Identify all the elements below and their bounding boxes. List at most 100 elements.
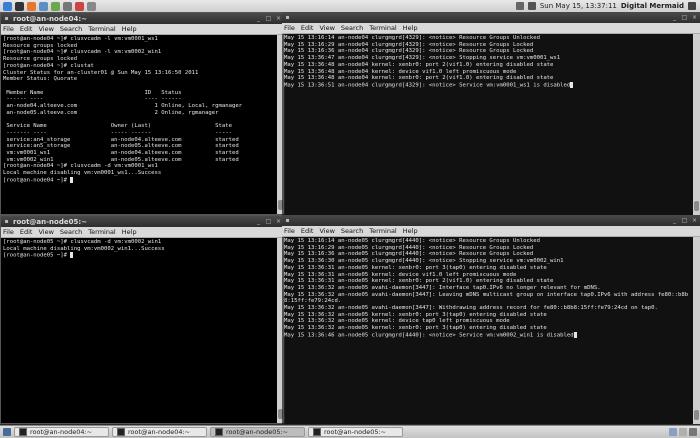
user-menu[interactable]: Digital Mermaid [621, 2, 684, 10]
window-menu-icon[interactable]: ▪ [3, 15, 10, 22]
taskbar-button[interactable]: root@an-node04:~ [14, 427, 109, 437]
show-desktop-icon[interactable] [3, 428, 11, 436]
maximize-icon[interactable]: □ [265, 15, 272, 22]
menu-terminal[interactable]: Terminal [369, 227, 396, 235]
terminal-line: May 15 13:36:51 an-node04 clurgmgrd[4329… [284, 81, 691, 89]
trash-icon[interactable] [689, 428, 697, 436]
minimize-icon[interactable]: _ [255, 218, 262, 225]
terminal-window-node05-shell[interactable]: ▪ root@an-node05:~ _ □ × File Edit View Sea… [0, 215, 285, 424]
scrollbar-thumb[interactable] [694, 201, 699, 211]
menu-edit[interactable]: Edit [301, 227, 314, 235]
scrollbar[interactable] [693, 34, 700, 215]
maximize-icon[interactable]: □ [681, 14, 688, 21]
menu-search[interactable]: Search [341, 24, 363, 32]
workspace-switcher[interactable] [669, 428, 700, 436]
scrollbar[interactable] [693, 237, 700, 424]
window-titlebar[interactable]: ▪ _ □ × [282, 12, 700, 23]
text-cursor [70, 176, 74, 183]
minimize-icon[interactable]: _ [671, 217, 678, 224]
terminal-icon [313, 428, 321, 436]
menu-help[interactable]: Help [122, 228, 137, 236]
terminal-line: [root@an-node05 ~]# [3, 252, 275, 259]
music-icon[interactable] [75, 1, 84, 11]
menu-view[interactable]: View [319, 24, 334, 32]
terminal-line: May 15 13:36:32 an-node05 avahi-daemon[3… [284, 284, 601, 291]
terminal-line: May 15 13:36:30 an-node05 clurgmgrd[4440… [284, 258, 564, 265]
menu-help[interactable]: Help [403, 24, 418, 32]
window-menu-icon[interactable]: ▪ [3, 218, 10, 225]
close-icon[interactable]: × [275, 218, 282, 225]
terminal-line: service:an4_storage an-node04.alteeve.co… [3, 136, 239, 143]
menu-edit[interactable]: Edit [20, 228, 33, 236]
taskbar-button[interactable]: root@an-node04:~ [112, 427, 207, 437]
terminal-line: May 15 13:16:29 an-node04 clurgmgrd[4329… [284, 41, 534, 48]
editor-icon[interactable] [63, 1, 72, 11]
terminal-output[interactable]: May 15 13:16:14 an-node04 clurgmgrd[4329… [282, 34, 693, 215]
menu-file[interactable]: File [3, 25, 14, 33]
menu-bar: File Edit View Search Terminal Help [282, 23, 700, 34]
terminal-line: May 15 13:36:46 an-node05 clurgmgrd[4440… [284, 331, 691, 339]
power-icon[interactable] [688, 2, 696, 10]
terminal-line: ------ ---- ---- ------ [3, 96, 182, 103]
terminal-launcher-icon[interactable] [15, 1, 24, 11]
app-menu-icon[interactable] [3, 1, 12, 11]
terminal-output[interactable]: [root@an-node04 ~]# clusvcadm -l vm:vm00… [1, 35, 277, 214]
network-icon[interactable] [515, 2, 524, 10]
window-titlebar[interactable]: ▪ root@an-node04:~ _ □ × [1, 13, 284, 24]
mail-icon[interactable] [39, 1, 48, 11]
terminal-window-node04-shell[interactable]: ▪ root@an-node04:~ _ □ × File Edit View Sea… [0, 12, 285, 215]
menu-edit[interactable]: Edit [301, 24, 314, 32]
minimize-icon[interactable]: _ [255, 15, 262, 22]
menu-help[interactable]: Help [403, 227, 418, 235]
close-icon[interactable]: × [275, 15, 282, 22]
workspace-1-icon[interactable] [669, 428, 677, 436]
chat-icon[interactable] [51, 1, 60, 11]
workspace-2-icon[interactable] [679, 428, 687, 436]
terminal-line: May 15 13:36:48 an-node04 kernel: xenbr0… [284, 61, 554, 68]
window-titlebar[interactable]: ▪ _ □ × [282, 215, 700, 226]
terminal-window-node05-log[interactable]: ▪ _ □ × File Edit View Search Terminal Help M… [282, 215, 700, 424]
taskbar-button[interactable]: root@an-node05:~ [308, 427, 403, 437]
maximize-icon[interactable]: □ [681, 217, 688, 224]
terminal-icon [19, 428, 27, 436]
window-titlebar[interactable]: ▪ root@an-node05:~ _ □ × [1, 216, 284, 227]
menu-search[interactable]: Search [60, 25, 82, 33]
window-menu-icon[interactable]: ▪ [284, 14, 291, 21]
terminal-output[interactable]: May 15 13:16:14 an-node05 clurgmgrd[4440… [282, 237, 693, 424]
taskbar-button-label: root@an-node05:~ [226, 428, 289, 436]
taskbar-button-label: root@an-node04:~ [128, 428, 191, 436]
close-icon[interactable]: × [691, 217, 698, 224]
menu-view[interactable]: View [38, 25, 53, 33]
terminal-line: [root@an-node05 ~]# clusvcadm -d vm:vm00… [3, 239, 162, 245]
menu-edit[interactable]: Edit [20, 25, 33, 33]
volume-icon[interactable] [527, 2, 536, 10]
window-title: root@an-node05:~ [13, 217, 87, 226]
menu-search[interactable]: Search [60, 228, 82, 236]
settings-icon[interactable] [87, 1, 96, 11]
menu-terminal[interactable]: Terminal [88, 228, 115, 236]
terminal-line: Resource groups locked [3, 56, 78, 63]
minimize-icon[interactable]: _ [671, 14, 678, 21]
taskbar-button[interactable]: root@an-node05:~ [210, 427, 305, 437]
terminal-window-node04-log[interactable]: ▪ _ □ × File Edit View Search Terminal Help M… [282, 12, 700, 215]
clock[interactable]: Sun May 15, 13:37:11 [540, 2, 617, 10]
menu-file[interactable]: File [3, 228, 14, 236]
terminal-line: May 15 13:36:32 an-node05 kernel: xenbr0… [284, 325, 547, 332]
maximize-icon[interactable]: □ [265, 218, 272, 225]
terminal-line: May 15 13:36:32 an-node05 avahi-daemon[3… [284, 291, 689, 298]
menu-help[interactable]: Help [122, 25, 137, 33]
menu-view[interactable]: View [38, 228, 53, 236]
menu-file[interactable]: File [284, 227, 295, 235]
menu-file[interactable]: File [284, 24, 295, 32]
window-menu-icon[interactable]: ▪ [284, 217, 291, 224]
browser-icon[interactable] [27, 1, 36, 11]
menu-terminal[interactable]: Terminal [88, 25, 115, 33]
terminal-output[interactable]: [root@an-node05 ~]# clusvcadm -d vm:vm00… [1, 238, 277, 423]
panel-right: Sun May 15, 13:37:11 Digital Mermaid [515, 2, 700, 10]
close-icon[interactable]: × [691, 14, 698, 21]
scrollbar-thumb[interactable] [694, 410, 699, 420]
menu-view[interactable]: View [319, 227, 334, 235]
menu-search[interactable]: Search [341, 227, 363, 235]
menu-terminal[interactable]: Terminal [369, 24, 396, 32]
